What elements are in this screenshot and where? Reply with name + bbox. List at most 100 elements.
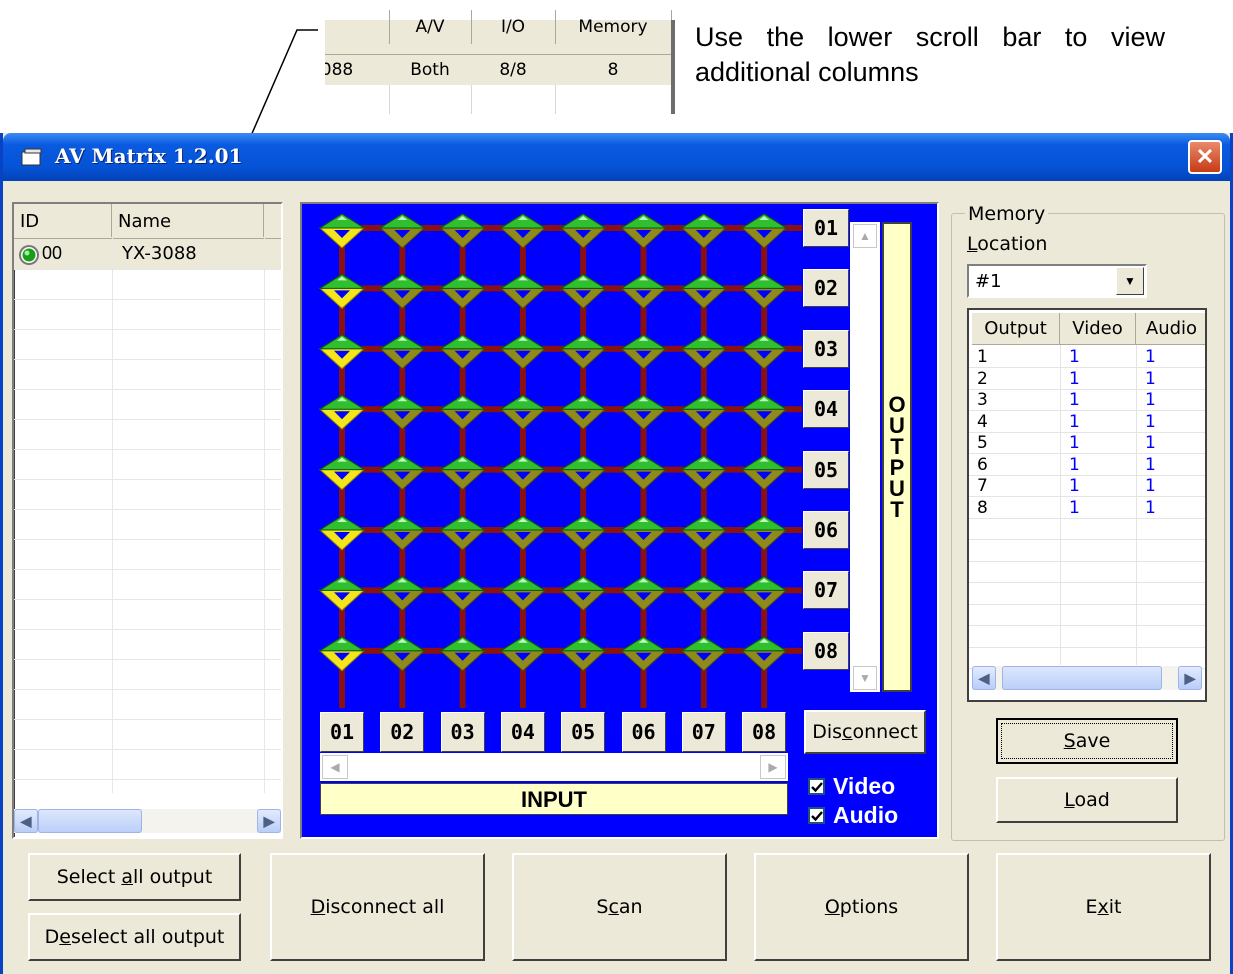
crosspoint-node[interactable]	[740, 515, 788, 551]
scroll-left-icon[interactable]: ◀	[322, 755, 348, 779]
options-button[interactable]: Options	[754, 853, 969, 961]
scroll-right-icon[interactable]: ▶	[1178, 666, 1202, 690]
crosspoint-node[interactable]	[740, 273, 788, 310]
crosspoint-node[interactable]	[499, 273, 547, 310]
crosspoint-node[interactable]	[680, 575, 728, 612]
memory-table[interactable]: Output Video Audio 111211311411511611711…	[967, 308, 1207, 702]
crosspoint-node[interactable]	[318, 455, 366, 491]
disconnect-all-button[interactable]: Disconnect all	[270, 853, 485, 961]
column-header-output[interactable]: Output	[972, 313, 1060, 345]
output-button-03[interactable]: 03	[803, 329, 849, 368]
crosspoint-node[interactable]	[438, 515, 487, 551]
crosspoint-node[interactable]	[619, 575, 668, 612]
crosspoint-node[interactable]	[318, 213, 366, 249]
video-checkbox[interactable]: Video	[808, 773, 895, 800]
output-button-06[interactable]: 06	[803, 511, 849, 549]
crosspoint-node[interactable]	[438, 213, 487, 249]
column-header-id[interactable]: ID	[14, 204, 112, 237]
crosspoint-node[interactable]	[318, 575, 366, 612]
device-list[interactable]: ID Name 00 YX-3088 ◀ ▶	[12, 202, 283, 839]
exit-button[interactable]: Exit	[996, 853, 1211, 961]
crosspoint-node[interactable]	[438, 575, 487, 612]
crosspoint-node[interactable]	[438, 273, 487, 310]
crosspoint-node[interactable]	[740, 455, 788, 491]
column-header-audio[interactable]: Audio	[1136, 313, 1205, 345]
column-header-name[interactable]: Name	[112, 204, 264, 237]
crosspoint-node[interactable]	[559, 636, 607, 672]
crosspoint-matrix[interactable]: 01 02 03 04 05 06 07 08 ▲ ▼ OUTPUT 01 02 03 04 05 06…	[300, 202, 939, 839]
crosspoint-node[interactable]	[559, 213, 607, 249]
crosspoint-node[interactable]	[378, 575, 427, 612]
crosspoint-node[interactable]	[619, 213, 668, 249]
input-button-05[interactable]: 05	[561, 712, 606, 752]
crosspoint-node[interactable]	[499, 515, 547, 551]
crosspoint-node[interactable]	[740, 213, 788, 249]
audio-checkbox[interactable]: Audio	[808, 802, 898, 829]
output-button-05[interactable]: 05	[803, 450, 849, 489]
output-button-08[interactable]: 08	[803, 631, 849, 670]
crosspoint-node[interactable]	[318, 515, 366, 551]
crosspoint-node[interactable]	[680, 636, 728, 672]
scroll-right-icon[interactable]: ▶	[257, 809, 281, 833]
crosspoint-node[interactable]	[318, 394, 366, 430]
output-button-02[interactable]: 02	[803, 269, 849, 308]
crosspoint-node[interactable]	[619, 394, 668, 430]
crosspoint-node[interactable]	[680, 394, 728, 430]
crosspoint-node[interactable]	[619, 515, 668, 551]
crosspoint-node[interactable]	[378, 213, 427, 249]
crosspoint-node[interactable]	[740, 394, 788, 430]
disconnect-button[interactable]: Disconnect	[804, 710, 926, 754]
crosspoint-node[interactable]	[680, 515, 728, 551]
close-button[interactable]: ✕	[1188, 140, 1222, 174]
crosspoint-node[interactable]	[318, 636, 366, 672]
crosspoint-node[interactable]	[499, 636, 547, 672]
location-dropdown[interactable]: #1 ▼	[967, 264, 1147, 298]
crosspoint-node[interactable]	[499, 394, 547, 430]
output-button-01[interactable]: 01	[803, 209, 849, 247]
crosspoint-node[interactable]	[499, 334, 547, 370]
column-header-video[interactable]: Video	[1060, 313, 1136, 345]
output-button-07[interactable]: 07	[803, 571, 849, 610]
crosspoint-node[interactable]	[378, 334, 427, 370]
crosspoint-node[interactable]	[619, 273, 668, 310]
crosspoint-node[interactable]	[559, 455, 607, 491]
crosspoint-node[interactable]	[740, 334, 788, 370]
title-bar[interactable]: AV Matrix 1.2.01 ✕	[3, 133, 1230, 181]
scroll-up-icon[interactable]: ▲	[853, 224, 877, 248]
crosspoint-node[interactable]	[619, 455, 668, 491]
input-button-07[interactable]: 07	[681, 712, 726, 752]
crosspoint-node[interactable]	[438, 636, 487, 672]
crosspoint-node[interactable]	[559, 334, 607, 370]
crosspoint-node[interactable]	[318, 273, 366, 310]
device-list-hscrollbar[interactable]: ◀ ▶	[14, 809, 281, 833]
crosspoint-node[interactable]	[438, 394, 487, 430]
input-button-04[interactable]: 04	[500, 712, 545, 752]
crosspoint-node[interactable]	[740, 636, 788, 672]
crosspoint-node[interactable]	[680, 455, 728, 491]
input-button-02[interactable]: 02	[380, 712, 425, 752]
crosspoint-node[interactable]	[559, 273, 607, 310]
crosspoint-node[interactable]	[318, 334, 366, 370]
memory-hscrollbar[interactable]: ◀ ▶	[972, 666, 1202, 690]
crosspoint-node[interactable]	[499, 575, 547, 612]
device-row[interactable]: 00 YX-3088	[14, 239, 281, 269]
crosspoint-node[interactable]	[740, 575, 788, 612]
scroll-thumb[interactable]	[1002, 666, 1162, 690]
crosspoint-node[interactable]	[680, 213, 728, 249]
dropdown-arrow-icon[interactable]: ▼	[1116, 267, 1144, 295]
crosspoint-node[interactable]	[438, 334, 487, 370]
input-hscrollbar[interactable]: ◀ ▶	[320, 753, 788, 781]
crosspoint-node[interactable]	[559, 575, 607, 612]
scroll-left-icon[interactable]: ◀	[14, 809, 38, 833]
output-button-04[interactable]: 04	[803, 390, 849, 429]
crosspoint-node[interactable]	[378, 455, 427, 491]
crosspoint-node[interactable]	[499, 213, 547, 249]
input-button-06[interactable]: 06	[621, 712, 666, 752]
crosspoint-node[interactable]	[378, 273, 427, 310]
crosspoint-node[interactable]	[619, 334, 668, 370]
select-all-output-button[interactable]: Select all output	[28, 853, 241, 901]
deselect-all-output-button[interactable]: Deselect all output	[28, 913, 241, 961]
crosspoint-node[interactable]	[499, 455, 547, 491]
crosspoint-node[interactable]	[680, 273, 728, 310]
crosspoint-node[interactable]	[559, 515, 607, 551]
